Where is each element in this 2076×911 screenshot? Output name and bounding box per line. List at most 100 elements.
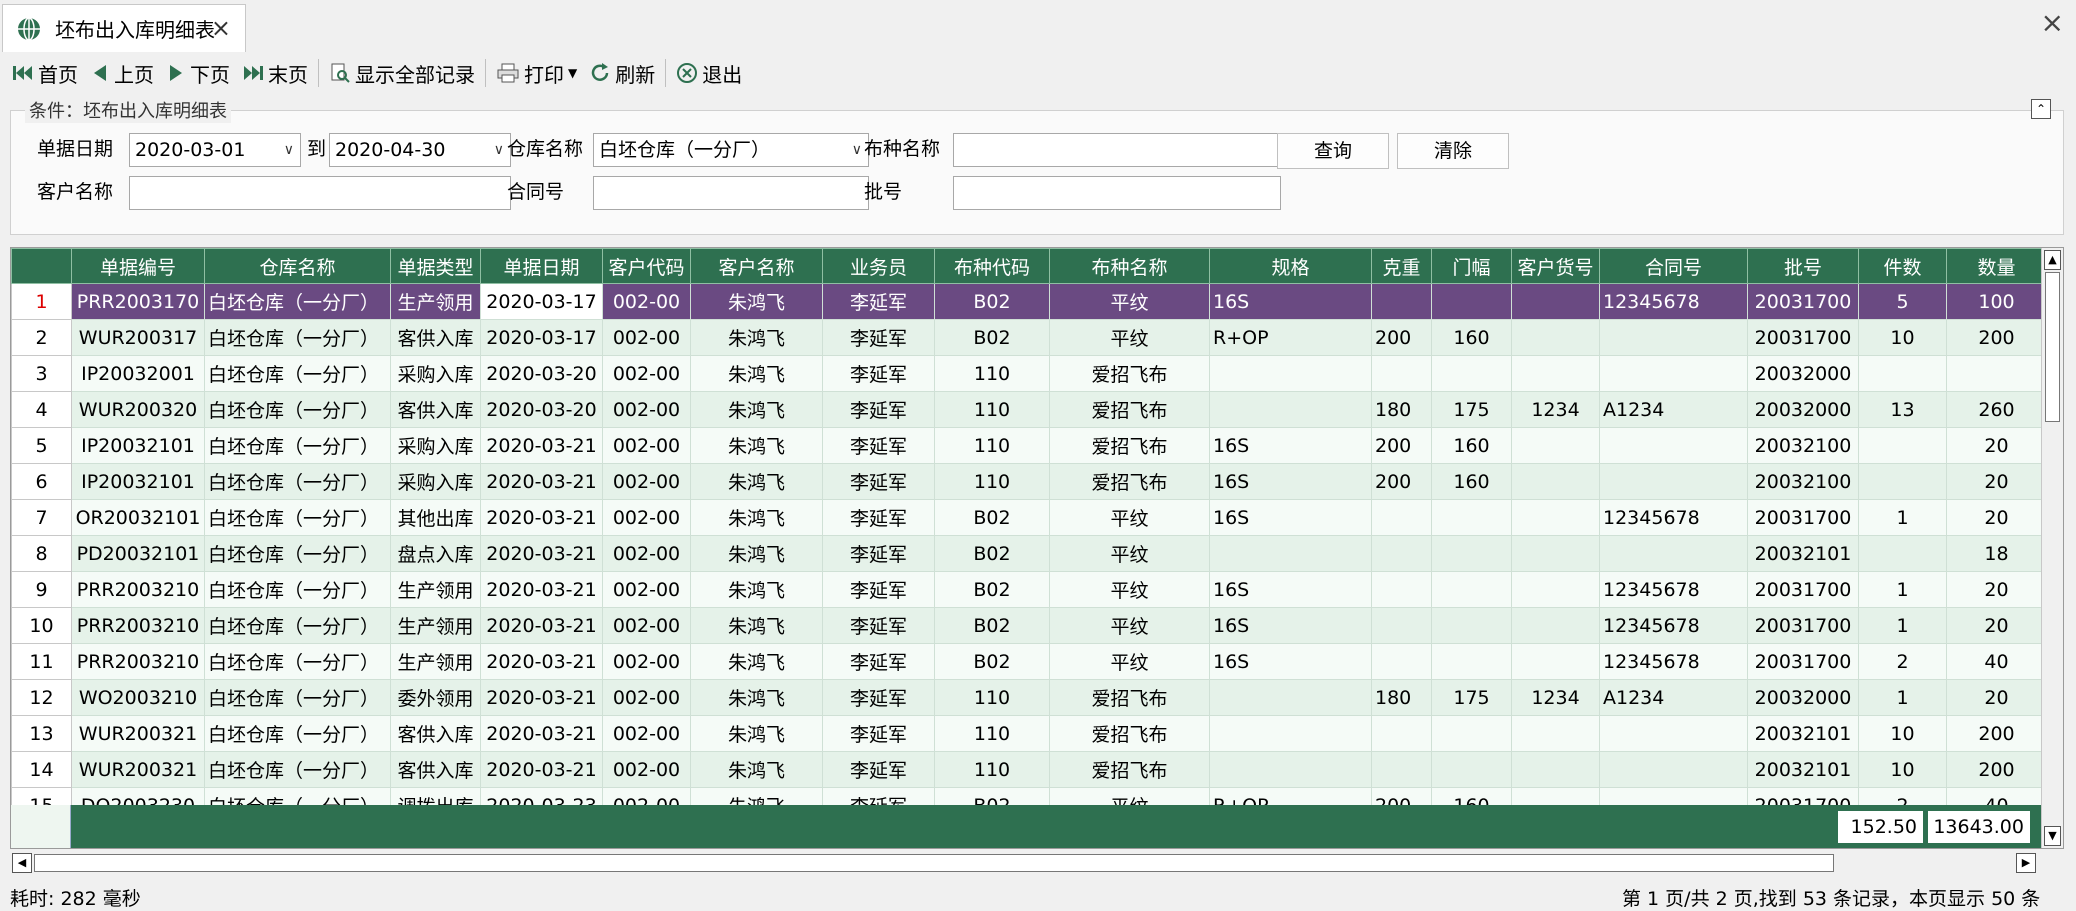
table-cell[interactable]: 5 [1858,283,1947,320]
table-cell[interactable]: 002-00 [602,571,691,608]
table-cell[interactable]: 110 [934,715,1050,752]
table-cell[interactable] [1858,535,1947,572]
table-cell[interactable]: 朱鸿飞 [690,607,823,644]
row-number[interactable]: 13 [11,715,72,752]
table-cell[interactable]: 20031700 [1747,319,1859,356]
table-cell[interactable] [1209,751,1372,788]
table-cell[interactable] [1209,391,1372,428]
table-cell[interactable]: 采购入库 [390,427,481,464]
table-cell[interactable] [1511,463,1600,500]
table-cell[interactable]: 18 [1946,535,2047,572]
table-cell[interactable]: 2020-03-20 [480,391,603,428]
table-cell[interactable]: OR20032101 [71,499,205,536]
table-row[interactable]: 6 IP20032101 白坯仓库（一分厂） 采购入库 2020-03-21 002-00… [11,463,2047,500]
table-cell[interactable] [1858,427,1947,464]
column-header[interactable]: 件数 [1858,248,1947,284]
table-cell[interactable]: B02 [934,319,1050,356]
scroll-up-icon[interactable]: ▲ [2044,250,2061,270]
column-header[interactable]: 客户货号 [1511,248,1600,284]
table-cell[interactable] [1209,679,1372,716]
refresh-button[interactable]: 刷新 [583,55,661,91]
table-cell[interactable]: A1234 [1599,391,1748,428]
table-cell[interactable]: 20032100 [1747,463,1859,500]
column-header[interactable]: 规格 [1209,248,1372,284]
table-cell[interactable]: 白坯仓库（一分厂） [204,355,391,392]
table-cell[interactable]: 180 [1371,679,1432,716]
table-cell[interactable]: 客供入库 [390,715,481,752]
table-cell[interactable]: 平纹 [1049,499,1210,536]
first-page-button[interactable]: 首页 [6,55,84,91]
table-cell[interactable]: 李延军 [822,535,935,572]
table-cell[interactable]: 白坯仓库（一分厂） [204,283,391,320]
table-cell[interactable]: PD20032101 [71,535,205,572]
table-cell[interactable]: 110 [934,355,1050,392]
table-cell[interactable]: B02 [934,607,1050,644]
table-cell[interactable]: 朱鸿飞 [690,535,823,572]
table-cell[interactable]: WUR200321 [71,715,205,752]
table-cell[interactable] [1371,499,1432,536]
table-cell[interactable]: 1234 [1511,679,1600,716]
row-number[interactable]: 7 [11,499,72,536]
horizontal-scrollbar[interactable]: ◀ ▶ [10,852,2040,874]
table-cell[interactable]: 002-00 [602,355,691,392]
table-cell[interactable] [1371,355,1432,392]
table-cell[interactable]: 朱鸿飞 [690,679,823,716]
table-cell[interactable]: 110 [934,391,1050,428]
table-cell[interactable]: PRR2003170 [71,283,205,320]
column-header[interactable]: 布种名称 [1049,248,1210,284]
table-row[interactable]: 7 OR20032101 白坯仓库（一分厂） 其他出库 2020-03-21 002-00… [11,499,2047,536]
table-cell[interactable] [1209,355,1372,392]
table-cell[interactable] [1431,499,1512,536]
table-cell[interactable]: 20 [1946,679,2047,716]
table-cell[interactable]: 002-00 [602,607,691,644]
column-header[interactable]: 克重 [1371,248,1432,284]
table-cell[interactable] [1599,463,1748,500]
table-cell[interactable]: 16S [1209,427,1372,464]
table-cell[interactable]: 20031700 [1747,283,1859,320]
table-cell[interactable]: 白坯仓库（一分厂） [204,571,391,608]
table-cell[interactable]: 李延军 [822,391,935,428]
table-cell[interactable]: 2020-03-21 [480,751,603,788]
table-row[interactable]: 4 WUR200320 白坯仓库（一分厂） 客供入库 2020-03-20 002-00 朱… [11,391,2047,428]
table-cell[interactable]: A1234 [1599,679,1748,716]
table-cell[interactable]: 朱鸿飞 [690,427,823,464]
table-cell[interactable]: 爱招飞布 [1049,427,1210,464]
table-cell[interactable]: 2020-03-21 [480,463,603,500]
table-cell[interactable] [1511,427,1600,464]
customer-input[interactable] [129,176,511,210]
table-cell[interactable] [1431,751,1512,788]
table-cell[interactable]: 李延军 [822,355,935,392]
table-cell[interactable]: 110 [934,679,1050,716]
vertical-scroll-thumb[interactable] [2045,272,2060,422]
table-cell[interactable]: 2020-03-17 [480,283,603,320]
date-from-picker[interactable]: 2020-03-01 ∨ [129,133,301,167]
table-cell[interactable]: 2020-03-21 [480,607,603,644]
table-cell[interactable]: 20032101 [1747,751,1859,788]
column-header[interactable]: 客户代码 [602,248,691,284]
table-cell[interactable]: 白坯仓库（一分厂） [204,679,391,716]
table-cell[interactable] [1431,283,1512,320]
table-cell[interactable]: 2020-03-20 [480,355,603,392]
table-cell[interactable] [1431,571,1512,608]
contract-input[interactable] [593,176,869,210]
table-cell[interactable]: 平纹 [1049,571,1210,608]
table-cell[interactable]: 朱鸿飞 [690,715,823,752]
table-cell[interactable] [1511,571,1600,608]
table-cell[interactable]: 白坯仓库（一分厂） [204,427,391,464]
table-cell[interactable]: 白坯仓库（一分厂） [204,643,391,680]
row-number[interactable]: 9 [11,571,72,608]
table-cell[interactable]: 白坯仓库（一分厂） [204,535,391,572]
table-cell[interactable]: B02 [934,571,1050,608]
table-cell[interactable]: 002-00 [602,319,691,356]
table-cell[interactable]: 李延军 [822,715,935,752]
table-cell[interactable]: 采购入库 [390,355,481,392]
column-header[interactable]: 客户名称 [690,248,823,284]
table-cell[interactable]: 200 [1371,319,1432,356]
column-header[interactable]: 仓库名称 [204,248,391,284]
table-cell[interactable]: 白坯仓库（一分厂） [204,499,391,536]
table-cell[interactable] [1511,319,1600,356]
row-number[interactable]: 14 [11,751,72,788]
next-page-button[interactable]: 下页 [160,55,236,91]
table-cell[interactable]: R+OP [1209,319,1372,356]
table-cell[interactable]: 平纹 [1049,607,1210,644]
